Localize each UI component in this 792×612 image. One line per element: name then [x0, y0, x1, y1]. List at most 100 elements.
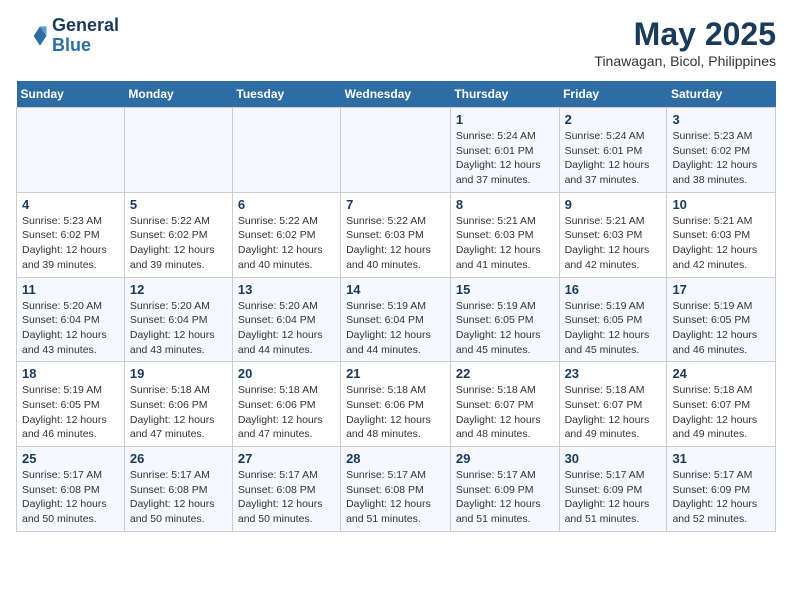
col-header-saturday: Saturday — [667, 81, 776, 108]
day-info: Sunrise: 5:18 AM Sunset: 6:07 PM Dayligh… — [565, 383, 662, 442]
day-info: Sunrise: 5:19 AM Sunset: 6:05 PM Dayligh… — [565, 299, 662, 358]
calendar-cell: 19 Sunrise: 5:18 AM Sunset: 6:06 PM Dayli… — [124, 362, 232, 447]
day-info: Sunrise: 5:17 AM Sunset: 6:09 PM Dayligh… — [565, 468, 662, 527]
day-info: Sunrise: 5:18 AM Sunset: 6:07 PM Dayligh… — [456, 383, 554, 442]
day-number: 26 — [130, 451, 227, 466]
day-number: 14 — [346, 282, 445, 297]
day-info: Sunrise: 5:19 AM Sunset: 6:05 PM Dayligh… — [672, 299, 770, 358]
calendar-cell: 16 Sunrise: 5:19 AM Sunset: 6:05 PM Dayli… — [559, 277, 667, 362]
calendar-cell: 17 Sunrise: 5:19 AM Sunset: 6:05 PM Dayli… — [667, 277, 776, 362]
day-info: Sunrise: 5:17 AM Sunset: 6:08 PM Dayligh… — [346, 468, 445, 527]
title-area: May 2025 Tinawagan, Bicol, Philippines — [594, 16, 776, 69]
day-info: Sunrise: 5:17 AM Sunset: 6:09 PM Dayligh… — [672, 468, 770, 527]
calendar-cell: 29Sunrise: 5:17 AM Sunset: 6:09 PM Dayli… — [450, 447, 559, 532]
day-number: 13 — [238, 282, 335, 297]
day-number: 18 — [22, 366, 119, 381]
day-number: 16 — [565, 282, 662, 297]
day-number: 5 — [130, 197, 227, 212]
day-number: 27 — [238, 451, 335, 466]
calendar-cell: 25 Sunrise: 5:17 AM Sunset: 6:08 PM Dayli… — [17, 447, 125, 532]
calendar-cell: 4 Sunrise: 5:23 AM Sunset: 6:02 PM Daylig… — [17, 192, 125, 277]
day-number: 11 — [22, 282, 119, 297]
calendar-cell: 13 Sunrise: 5:20 AM Sunset: 6:04 PM Dayli… — [232, 277, 340, 362]
day-number: 3 — [672, 112, 770, 127]
day-number: 19 — [130, 366, 227, 381]
day-number: 9 — [565, 197, 662, 212]
day-info: Sunrise: 5:17 AM Sunset: 6:08 PM Dayligh… — [130, 468, 227, 527]
day-info: Sunrise: 5:22 AM Sunset: 6:02 PM Dayligh… — [130, 214, 227, 273]
day-number: 21 — [346, 366, 445, 381]
calendar-cell — [17, 108, 125, 193]
calendar-cell: 20 Sunrise: 5:18 AM Sunset: 6:06 PM Dayli… — [232, 362, 340, 447]
col-header-thursday: Thursday — [450, 81, 559, 108]
logo-text: General Blue — [52, 16, 119, 56]
calendar-cell: 7 Sunrise: 5:22 AM Sunset: 6:03 PM Daylig… — [341, 192, 451, 277]
day-info: Sunrise: 5:24 AM Sunset: 6:01 PM Dayligh… — [565, 129, 662, 188]
day-info: Sunrise: 5:20 AM Sunset: 6:04 PM Dayligh… — [130, 299, 227, 358]
day-info: Sunrise: 5:17 AM Sunset: 6:09 PM Dayligh… — [456, 468, 554, 527]
logo-icon — [16, 20, 48, 52]
day-info: Sunrise: 5:18 AM Sunset: 6:06 PM Dayligh… — [238, 383, 335, 442]
day-number: 2 — [565, 112, 662, 127]
calendar-cell: 15Sunrise: 5:19 AM Sunset: 6:05 PM Dayli… — [450, 277, 559, 362]
day-info: Sunrise: 5:18 AM Sunset: 6:06 PM Dayligh… — [130, 383, 227, 442]
calendar-cell: 10 Sunrise: 5:21 AM Sunset: 6:03 PM Dayli… — [667, 192, 776, 277]
calendar-cell: 27Sunrise: 5:17 AM Sunset: 6:08 PM Dayli… — [232, 447, 340, 532]
day-info: Sunrise: 5:20 AM Sunset: 6:04 PM Dayligh… — [238, 299, 335, 358]
calendar-cell: 26 Sunrise: 5:17 AM Sunset: 6:08 PM Dayli… — [124, 447, 232, 532]
day-number: 23 — [565, 366, 662, 381]
day-info: Sunrise: 5:19 AM Sunset: 6:05 PM Dayligh… — [22, 383, 119, 442]
calendar-table: SundayMondayTuesdayWednesdayThursdayFrid… — [16, 81, 776, 532]
col-header-sunday: Sunday — [17, 81, 125, 108]
calendar-cell: 9Sunrise: 5:21 AM Sunset: 6:03 PM Daylig… — [559, 192, 667, 277]
day-info: Sunrise: 5:21 AM Sunset: 6:03 PM Dayligh… — [672, 214, 770, 273]
page-header: General Blue May 2025 Tinawagan, Bicol, … — [16, 16, 776, 69]
day-info: Sunrise: 5:19 AM Sunset: 6:04 PM Dayligh… — [346, 299, 445, 358]
day-info: Sunrise: 5:20 AM Sunset: 6:04 PM Dayligh… — [22, 299, 119, 358]
calendar-cell — [341, 108, 451, 193]
location: Tinawagan, Bicol, Philippines — [594, 53, 776, 69]
day-number: 20 — [238, 366, 335, 381]
calendar-cell: 23 Sunrise: 5:18 AM Sunset: 6:07 PM Dayli… — [559, 362, 667, 447]
day-number: 17 — [672, 282, 770, 297]
day-number: 10 — [672, 197, 770, 212]
day-info: Sunrise: 5:22 AM Sunset: 6:03 PM Dayligh… — [346, 214, 445, 273]
day-info: Sunrise: 5:18 AM Sunset: 6:06 PM Dayligh… — [346, 383, 445, 442]
calendar-cell: 6Sunrise: 5:22 AM Sunset: 6:02 PM Daylig… — [232, 192, 340, 277]
calendar-cell: 22 Sunrise: 5:18 AM Sunset: 6:07 PM Dayli… — [450, 362, 559, 447]
calendar-cell: 18 Sunrise: 5:19 AM Sunset: 6:05 PM Dayli… — [17, 362, 125, 447]
day-info: Sunrise: 5:18 AM Sunset: 6:07 PM Dayligh… — [672, 383, 770, 442]
logo: General Blue — [16, 16, 119, 56]
col-header-wednesday: Wednesday — [341, 81, 451, 108]
day-number: 7 — [346, 197, 445, 212]
calendar-cell: 28Sunrise: 5:17 AM Sunset: 6:08 PM Dayli… — [341, 447, 451, 532]
calendar-cell — [124, 108, 232, 193]
col-header-tuesday: Tuesday — [232, 81, 340, 108]
day-info: Sunrise: 5:23 AM Sunset: 6:02 PM Dayligh… — [672, 129, 770, 188]
calendar-cell: 2 Sunrise: 5:24 AM Sunset: 6:01 PM Daylig… — [559, 108, 667, 193]
day-info: Sunrise: 5:19 AM Sunset: 6:05 PM Dayligh… — [456, 299, 554, 358]
day-info: Sunrise: 5:22 AM Sunset: 6:02 PM Dayligh… — [238, 214, 335, 273]
calendar-cell: 31 Sunrise: 5:17 AM Sunset: 6:09 PM Dayli… — [667, 447, 776, 532]
calendar-cell: 3 Sunrise: 5:23 AM Sunset: 6:02 PM Daylig… — [667, 108, 776, 193]
day-number: 30 — [565, 451, 662, 466]
calendar-cell: 14 Sunrise: 5:19 AM Sunset: 6:04 PM Dayli… — [341, 277, 451, 362]
day-info: Sunrise: 5:23 AM Sunset: 6:02 PM Dayligh… — [22, 214, 119, 273]
calendar-cell: 8 Sunrise: 5:21 AM Sunset: 6:03 PM Daylig… — [450, 192, 559, 277]
day-info: Sunrise: 5:21 AM Sunset: 6:03 PM Dayligh… — [456, 214, 554, 273]
month-title: May 2025 — [594, 16, 776, 53]
col-header-monday: Monday — [124, 81, 232, 108]
calendar-cell: 21 Sunrise: 5:18 AM Sunset: 6:06 PM Dayli… — [341, 362, 451, 447]
day-number: 1 — [456, 112, 554, 127]
calendar-cell: 12Sunrise: 5:20 AM Sunset: 6:04 PM Dayli… — [124, 277, 232, 362]
day-number: 24 — [672, 366, 770, 381]
day-number: 8 — [456, 197, 554, 212]
calendar-cell: 11 Sunrise: 5:20 AM Sunset: 6:04 PM Dayli… — [17, 277, 125, 362]
calendar-cell — [232, 108, 340, 193]
day-number: 22 — [456, 366, 554, 381]
day-number: 31 — [672, 451, 770, 466]
calendar-cell: 24 Sunrise: 5:18 AM Sunset: 6:07 PM Dayli… — [667, 362, 776, 447]
day-number: 4 — [22, 197, 119, 212]
day-info: Sunrise: 5:17 AM Sunset: 6:08 PM Dayligh… — [22, 468, 119, 527]
day-number: 25 — [22, 451, 119, 466]
